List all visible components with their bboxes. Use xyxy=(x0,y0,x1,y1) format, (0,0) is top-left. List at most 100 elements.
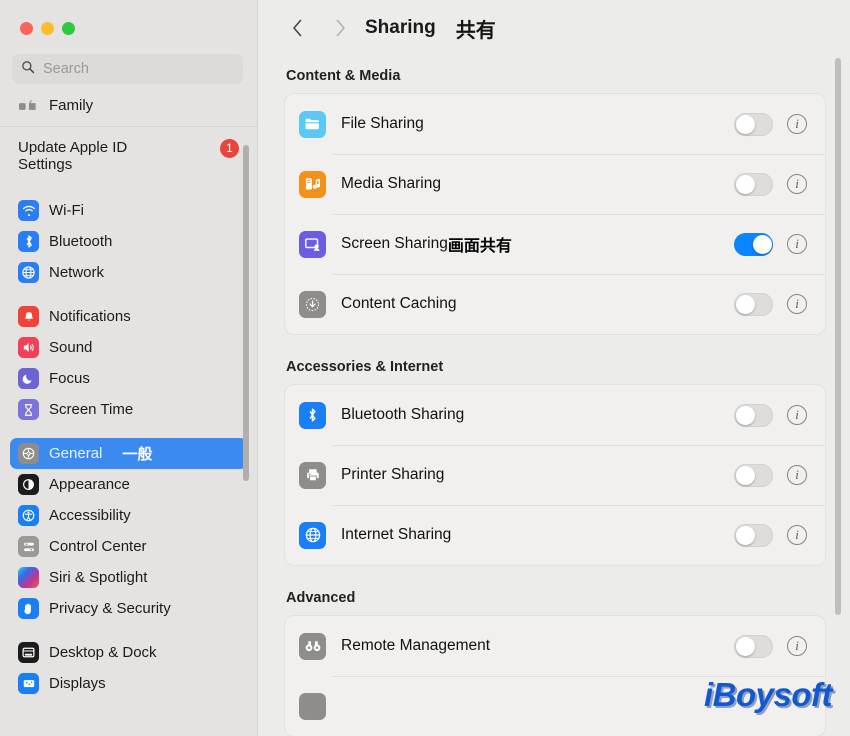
settings-content[interactable]: Content & Media File Sharing i Media Sha… xyxy=(258,56,850,736)
content-caching-info-button[interactable]: i xyxy=(787,294,807,314)
search-field[interactable] xyxy=(12,54,243,84)
sidebar-item-privacy-security[interactable]: Privacy & Security xyxy=(10,593,247,624)
sidebar-item-siri-spotlight[interactable]: Siri & Spotlight xyxy=(10,562,247,593)
focus-moon-icon xyxy=(18,368,39,389)
close-button[interactable] xyxy=(20,22,33,35)
sidebar-item-label: General xyxy=(49,444,103,462)
row-label: Screen Sharing xyxy=(341,235,448,252)
section-card-content-media: File Sharing i Media Sharing i Screen Sh… xyxy=(284,93,826,335)
row-label-cjk: 画面共有 xyxy=(447,238,512,255)
media-sharing-info-button[interactable]: i xyxy=(787,174,807,194)
general-gear-icon xyxy=(18,443,39,464)
main-scrollbar[interactable] xyxy=(835,58,841,615)
sidebar-item-label-cjk: 一般 xyxy=(122,446,153,463)
sidebar-divider xyxy=(0,126,257,127)
file-sharing-toggle[interactable] xyxy=(734,112,773,136)
sidebar-item-notifications[interactable]: Notifications xyxy=(10,301,247,332)
sidebar-item-label: Displays xyxy=(49,674,106,692)
screen-sharing-icon xyxy=(299,230,326,258)
sound-speaker-icon xyxy=(18,337,39,358)
sidebar-item-appearance[interactable]: Appearance xyxy=(10,469,247,500)
section-card-advanced: Remote Management i xyxy=(284,615,826,736)
row-remote-management[interactable]: Remote Management i xyxy=(285,616,825,676)
search-input[interactable] xyxy=(43,61,234,77)
remote-management-binoculars-icon xyxy=(299,632,326,660)
sidebar-item-label: Siri & Spotlight xyxy=(49,568,148,586)
row-file-sharing[interactable]: File Sharing i xyxy=(285,94,825,154)
sidebar-item-general[interactable]: General 一般 xyxy=(10,438,247,469)
internet-sharing-globe-icon xyxy=(299,521,326,549)
minimize-button[interactable] xyxy=(41,22,54,35)
forward-button[interactable] xyxy=(325,13,355,43)
sidebar-item-displays[interactable]: Displays xyxy=(10,668,247,699)
file-sharing-info-button[interactable]: i xyxy=(787,114,807,134)
sidebar-item-label: Update Apple ID Settings xyxy=(18,139,128,174)
screen-sharing-info-button[interactable]: i xyxy=(787,234,807,254)
row-label: Internet Sharing xyxy=(341,526,452,543)
printer-sharing-info-button[interactable]: i xyxy=(787,465,807,485)
row-label: Media Sharing xyxy=(341,175,441,192)
sidebar-item-label: Desktop & Dock xyxy=(49,643,157,661)
sidebar-item-screen-time[interactable]: Screen Time xyxy=(10,394,247,425)
content-caching-toggle[interactable] xyxy=(734,292,773,316)
row-printer-sharing[interactable]: Printer Sharing i xyxy=(285,445,825,505)
screen-time-hourglass-icon xyxy=(18,399,39,420)
sidebar-item-label: Notifications xyxy=(49,307,131,325)
remote-management-info-button[interactable]: i xyxy=(787,636,807,656)
printer-sharing-toggle[interactable] xyxy=(734,463,773,487)
file-sharing-folder-icon xyxy=(299,110,326,138)
media-sharing-music-icon xyxy=(299,170,326,198)
row-content-caching[interactable]: Content Caching i xyxy=(285,274,825,334)
sidebar-item-label: Bluetooth xyxy=(49,232,113,250)
section-title-content-media: Content & Media xyxy=(286,68,401,84)
sidebar-item-desktop-dock[interactable]: Desktop & Dock xyxy=(10,637,247,668)
zoom-button[interactable] xyxy=(62,22,75,35)
row-screen-sharing[interactable]: Screen Sharing 画面共有 i xyxy=(285,214,825,274)
sidebar-item-network[interactable]: Network xyxy=(10,257,247,288)
remote-management-toggle[interactable] xyxy=(734,634,773,658)
page-title-cjk: 共有 xyxy=(455,19,496,42)
row-bluetooth-sharing[interactable]: Bluetooth Sharing i xyxy=(285,385,825,445)
sidebar-item-label: Accessibility xyxy=(49,506,131,524)
row-internet-sharing[interactable]: Internet Sharing i xyxy=(285,505,825,565)
sidebar-item-family[interactable]: Family xyxy=(10,94,247,121)
system-settings-window: Family Update Apple ID Settings 1 Wi-Fi xyxy=(0,0,850,736)
content-caching-download-icon xyxy=(299,290,326,318)
row-media-sharing[interactable]: Media Sharing i xyxy=(285,154,825,214)
wifi-icon xyxy=(18,200,39,221)
internet-sharing-toggle[interactable] xyxy=(734,523,773,547)
sidebar-scrollbar[interactable] xyxy=(243,145,249,481)
sidebar-item-update-apple-id[interactable]: Update Apple ID Settings 1 xyxy=(10,136,247,182)
back-button[interactable] xyxy=(282,13,312,43)
toolbar: Sharing 共有 xyxy=(258,0,850,56)
bluetooth-sharing-icon xyxy=(299,401,326,429)
bluetooth-sharing-info-button[interactable]: i xyxy=(787,405,807,425)
sidebar-item-accessibility[interactable]: Accessibility xyxy=(10,500,247,531)
desktop-dock-icon xyxy=(18,642,39,663)
sidebar-item-focus[interactable]: Focus xyxy=(10,363,247,394)
chevron-left-icon xyxy=(292,19,301,37)
sidebar-item-wi-fi[interactable]: Wi-Fi xyxy=(10,195,247,226)
row-partial-next[interactable] xyxy=(285,676,825,736)
row-label: Content Caching xyxy=(341,295,457,312)
notifications-bell-icon xyxy=(18,306,39,327)
sidebar-item-label: Wi-Fi xyxy=(49,201,84,219)
sidebar-item-label: Network xyxy=(49,263,105,281)
main-panel: Sharing 共有 Content & Media File Sharing … xyxy=(258,0,850,736)
sidebar-item-label: Privacy & Security xyxy=(49,599,171,617)
row-label: Printer Sharing xyxy=(341,466,445,483)
bluetooth-sharing-toggle[interactable] xyxy=(734,403,773,427)
sidebar-item-sound[interactable]: Sound xyxy=(10,332,247,363)
row-label: Remote Management xyxy=(341,637,491,654)
sidebar: Family Update Apple ID Settings 1 Wi-Fi xyxy=(0,0,258,736)
sidebar-scroll-area[interactable]: Family Update Apple ID Settings 1 Wi-Fi xyxy=(0,94,257,736)
row-controls: i xyxy=(734,463,807,487)
sidebar-item-bluetooth[interactable]: Bluetooth xyxy=(10,226,247,257)
traffic-lights xyxy=(0,0,257,35)
screen-sharing-toggle[interactable] xyxy=(734,232,773,256)
sidebar-item-control-center[interactable]: Control Center xyxy=(10,531,247,562)
search-icon xyxy=(21,60,35,79)
media-sharing-toggle[interactable] xyxy=(734,172,773,196)
row-controls: i xyxy=(734,403,807,427)
internet-sharing-info-button[interactable]: i xyxy=(787,525,807,545)
